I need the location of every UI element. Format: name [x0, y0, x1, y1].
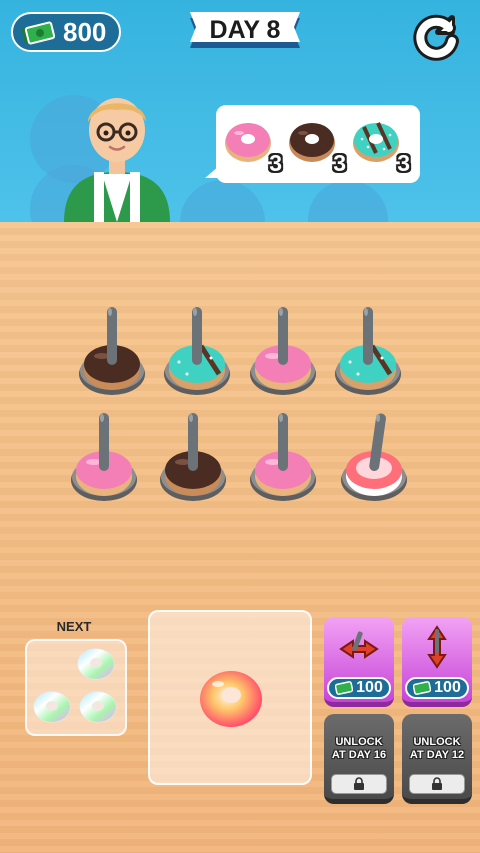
lock-bar	[331, 774, 387, 794]
lock-icon	[354, 777, 364, 790]
order-count: 3	[397, 150, 410, 176]
price-tag: 100	[405, 677, 469, 699]
lock-bar	[409, 774, 465, 794]
day-banner: DAY 8	[186, 9, 304, 51]
cash-icon	[335, 681, 354, 695]
day-label: DAY 8	[209, 16, 281, 44]
locked-powerup-button[interactable]: UNLOCK AT DAY 16	[324, 714, 394, 804]
rainbow-donut[interactable]	[198, 664, 264, 730]
money-counter: 800	[11, 12, 121, 52]
unlock-text: UNLOCK AT DAY 12	[409, 736, 465, 761]
order-item-pink: 3	[222, 113, 282, 177]
price-value: 100	[356, 679, 383, 696]
next-queue	[25, 639, 127, 736]
order-count: 3	[269, 150, 282, 176]
swap-horizontal-icon	[339, 631, 379, 659]
price-tag: 100	[327, 677, 391, 699]
powerup-swap-horizontal-button[interactable]: 100	[324, 617, 394, 707]
cash-icon	[21, 21, 55, 45]
lock-icon	[432, 777, 442, 790]
order-count: 3	[333, 150, 346, 176]
order-bubble: 3 3 3	[216, 105, 420, 183]
swap-vertical-icon	[427, 625, 447, 669]
order-item-mint: 3	[350, 113, 410, 177]
current-donut-area[interactable]	[148, 610, 312, 785]
price-value: 100	[434, 679, 461, 696]
restart-icon[interactable]	[410, 8, 464, 62]
powerup-swap-vertical-button[interactable]: 100	[402, 617, 472, 707]
money-value: 800	[63, 16, 107, 47]
order-item-chocolate: 3	[286, 113, 346, 177]
cash-icon	[413, 681, 432, 695]
locked-powerup-button[interactable]: UNLOCK AT DAY 12	[402, 714, 472, 804]
next-label: NEXT	[56, 619, 92, 634]
customer-avatar	[64, 98, 170, 222]
unlock-text: UNLOCK AT DAY 16	[331, 736, 387, 761]
